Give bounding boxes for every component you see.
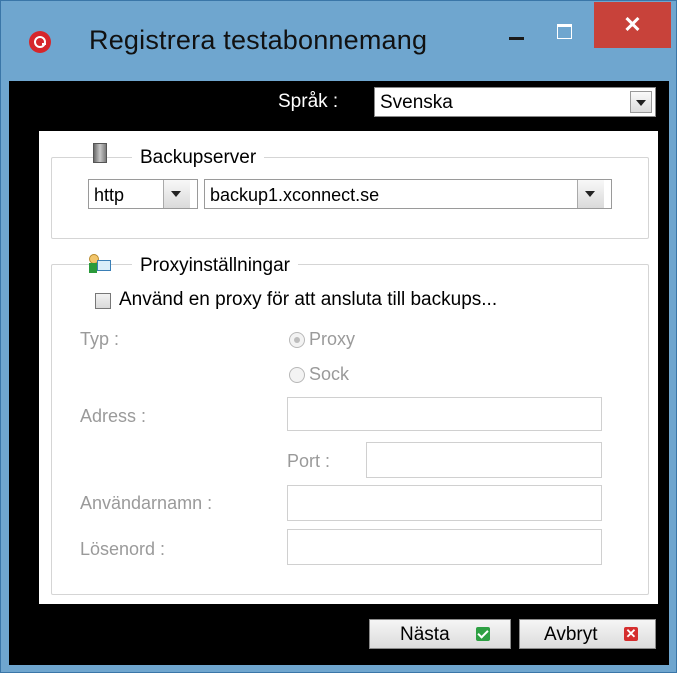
protocol-value: http [94,185,125,205]
settings-panel: Backupserver http backup1.xconnect.se Pr… [39,131,658,604]
proxy-title: Proxyinställningar [132,255,298,277]
port-label: Port : [287,451,331,471]
language-select[interactable]: Svenska [374,87,656,117]
proxy-user-icon [89,254,111,276]
proxy-radio-label[interactable]: Proxy [309,329,355,350]
next-button[interactable]: Nästa [369,619,511,649]
cancel-label: Avbryt [544,624,598,645]
chevron-down-icon[interactable] [163,180,190,208]
cancel-button[interactable]: Avbryt ✕ [519,619,656,649]
server-icon [93,143,107,163]
proxy-radio[interactable] [289,332,305,348]
address-label: Adress : [80,406,147,426]
password-label: Lösenord : [80,539,166,559]
server-host-select[interactable]: backup1.xconnect.se [204,179,612,209]
dialog-window: Registrera testabonnemang ✕ Språk : Sven… [0,0,677,673]
maximize-button[interactable] [541,15,591,49]
check-icon [476,627,490,641]
x-icon: ✕ [624,626,638,641]
chevron-down-icon[interactable] [577,180,604,208]
minimize-button[interactable] [489,15,545,49]
port-input[interactable] [366,442,602,478]
window-title: Registrera testabonnemang [89,25,428,55]
close-button[interactable]: ✕ [594,2,671,48]
server-host-value: backup1.xconnect.se [210,185,380,205]
use-proxy-checkbox[interactable] [95,293,111,309]
backup-server-title: Backupserver [132,147,265,169]
address-input[interactable] [287,397,602,431]
next-label: Nästa [400,624,450,645]
language-value: Svenska [380,92,453,113]
username-label: Användarnamn : [80,493,213,513]
username-input[interactable] [287,485,602,521]
use-proxy-label[interactable]: Använd en proxy för att ansluta till bac… [119,289,497,311]
title-bar[interactable]: Registrera testabonnemang ✕ [1,1,676,81]
app-logo-icon [29,31,51,53]
protocol-select[interactable]: http [88,179,198,209]
type-label: Typ : [80,329,120,349]
sock-radio-label[interactable]: Sock [309,364,349,385]
language-label: Språk : [278,91,339,112]
sock-radio[interactable] [289,367,305,383]
password-input[interactable] [287,529,602,565]
chevron-down-icon[interactable] [630,91,652,113]
